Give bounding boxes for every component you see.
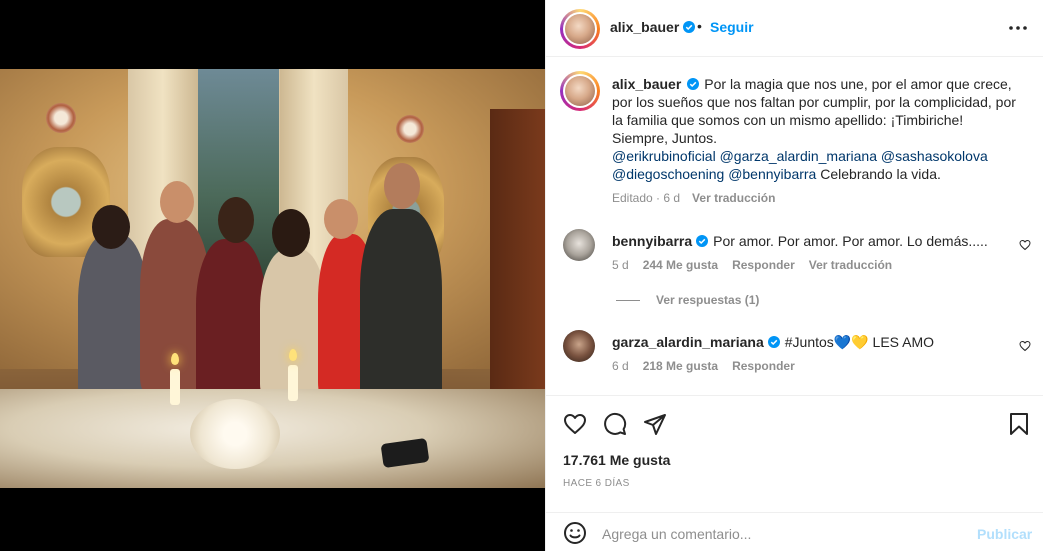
photo-person <box>196 239 266 404</box>
caption-edited: Editado · 6 d <box>612 191 681 205</box>
mention-link[interactable]: @diegoschoening <box>612 166 724 182</box>
photo-candle <box>288 365 298 401</box>
comment-time: 6 d <box>612 359 629 373</box>
photo-door <box>490 109 545 409</box>
comment-text: Por amor. Por amor. Por amor. Lo demás..… <box>713 233 988 249</box>
mention-link[interactable]: @erikrubinoficial <box>612 148 716 164</box>
photo-person <box>78 234 148 404</box>
heart-icon[interactable] <box>563 412 587 436</box>
caption-tags: @erikrubinoficial @garza_alardin_mariana… <box>612 147 1022 183</box>
post-side-panel: alix_bauer • Seguir alix_bauer Por la mag… <box>545 0 1043 551</box>
mention-link[interactable]: @bennyibarra <box>728 166 816 182</box>
photo-flame <box>171 353 179 365</box>
comment-likes[interactable]: 218 Me gusta <box>643 359 718 373</box>
photo-person-head <box>324 199 358 239</box>
photo-person-head <box>272 209 310 257</box>
comment-avatar[interactable] <box>563 330 595 362</box>
photo-person-head <box>218 197 254 243</box>
comment-like-heart-icon[interactable] <box>1019 340 1031 352</box>
comment-icon[interactable] <box>603 412 627 436</box>
comment-likes[interactable]: 244 Me gusta <box>643 258 718 272</box>
caption-tail: Celebrando la vida. <box>820 166 941 182</box>
comments-section: alix_bauer Por la magia que nos une, por … <box>546 57 1043 395</box>
comment-time: 5 d <box>612 258 629 272</box>
post-actions: 17.761 Me gusta HACE 6 DÍAS <box>546 395 1043 505</box>
verified-badge-icon <box>683 21 696 33</box>
caption-author[interactable]: alix_bauer <box>612 76 681 92</box>
photo-person-head <box>160 181 194 223</box>
comment-author[interactable]: garza_alardin_mariana <box>612 334 764 350</box>
photo-flame <box>289 349 297 361</box>
caption-author-avatar[interactable] <box>560 71 600 111</box>
comment-author[interactable]: bennyibarra <box>612 233 692 249</box>
more-options-icon[interactable] <box>1007 18 1029 38</box>
comment-reply-button[interactable]: Responder <box>732 359 795 373</box>
like-count[interactable]: 17.761 Me gusta <box>563 452 670 468</box>
comment-text: #Juntos💙💛 LES AMO <box>784 334 935 350</box>
verified-badge-icon <box>767 336 780 348</box>
author-avatar[interactable] <box>560 9 600 49</box>
view-replies-label[interactable]: Ver respuestas (1) <box>656 293 759 307</box>
emoji-icon[interactable] <box>563 521 587 545</box>
photo-person <box>360 209 442 409</box>
add-comment-bar: Publicar <box>546 512 1043 551</box>
post-date: HACE 6 DÍAS <box>563 478 630 489</box>
bookmark-icon[interactable] <box>1007 412 1031 436</box>
follow-button[interactable]: Seguir <box>710 19 754 35</box>
caption-meta: Editado · 6 d Ver traducción <box>612 191 775 205</box>
photo-wall-plate <box>396 115 424 143</box>
separator-dot: • <box>697 18 702 34</box>
verified-badge-icon <box>687 78 700 90</box>
comment-translate-button[interactable]: Ver traducción <box>809 258 892 272</box>
comment-meta: 6 d 218 Me gusta Responder <box>612 359 795 373</box>
comment-reply-button[interactable]: Responder <box>732 258 795 272</box>
replies-divider <box>616 300 640 302</box>
verified-badge-icon <box>696 235 709 247</box>
photo-person-head <box>384 163 420 209</box>
comment: garza_alardin_mariana #Juntos💙💛 LES AMO <box>612 333 934 351</box>
author-username[interactable]: alix_bauer <box>610 19 696 35</box>
caption: alix_bauer Por la magia que nos une, por … <box>612 75 1022 147</box>
comment-avatar[interactable] <box>563 229 595 261</box>
mention-link[interactable]: @garza_alardin_mariana <box>720 148 877 164</box>
comment: bennyibarra Por amor. Por amor. Por amor.… <box>612 232 988 250</box>
comment-like-heart-icon[interactable] <box>1019 239 1031 251</box>
view-replies-button[interactable]: Ver respuestas (1) <box>616 293 759 307</box>
send-icon[interactable] <box>643 412 667 436</box>
photo-flowers <box>190 399 280 469</box>
mention-link[interactable]: @sashasokolova <box>881 148 988 164</box>
post-header: alix_bauer • Seguir <box>546 0 1043 57</box>
comment-input[interactable] <box>602 523 962 545</box>
photo-candle <box>170 369 180 405</box>
author-username-text[interactable]: alix_bauer <box>610 19 679 35</box>
comment-meta: 5 d 244 Me gusta Responder Ver traducción <box>612 258 892 272</box>
post-media <box>0 0 545 551</box>
post-photo[interactable] <box>0 69 545 488</box>
publish-button[interactable]: Publicar <box>977 526 1032 542</box>
photo-wall-plate <box>46 103 76 133</box>
caption-translate-button[interactable]: Ver traducción <box>692 191 775 205</box>
photo-person-head <box>92 205 130 249</box>
